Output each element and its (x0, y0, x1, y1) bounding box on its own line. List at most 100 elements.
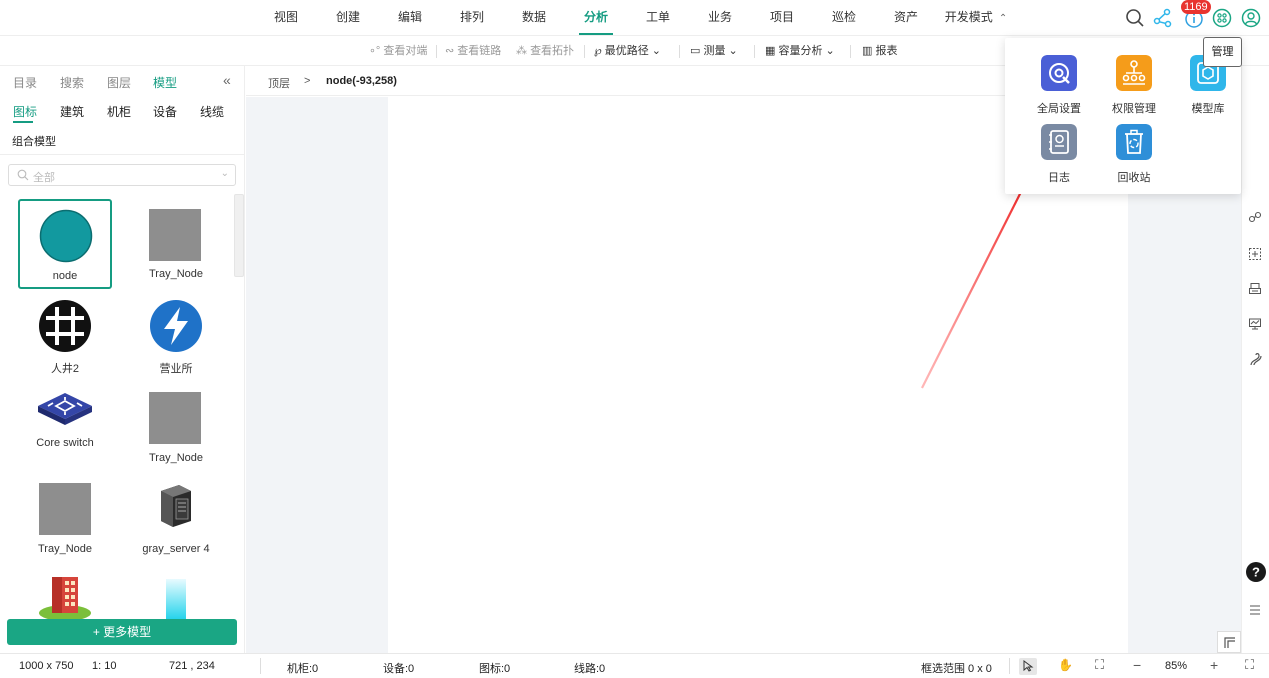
management-grid-icon[interactable] (1211, 7, 1233, 29)
left-panel: 目录 搜索 图层 模型 « 图标 建筑 机柜 设备 线缆 组合模型 全部 ⌄ n… (0, 66, 245, 653)
frame-select-icon[interactable] (1248, 247, 1262, 261)
collapse-panel-icon[interactable]: « (223, 72, 231, 88)
menu-assets[interactable]: 资产 (875, 0, 937, 36)
model-manhole[interactable]: 人井2 (18, 291, 112, 381)
canvas-size: 1000 x 750 (19, 660, 74, 672)
dev-mode-label: 开发模式 (944, 10, 993, 24)
chevron-down-icon: ⌄ (825, 45, 835, 57)
model-business-office[interactable]: 营业所 (129, 291, 223, 381)
select-mode-button[interactable] (1019, 658, 1037, 675)
model-node[interactable]: node (18, 199, 112, 289)
share-network-icon[interactable] (1152, 7, 1174, 29)
model-tray-node[interactable]: Tray_Node (129, 199, 223, 289)
logbook-icon (1041, 124, 1077, 160)
zoom-in-icon[interactable]: + (1210, 657, 1218, 673)
minimap-toggle[interactable] (1217, 631, 1241, 653)
category-cables[interactable]: 线缆 (200, 103, 224, 120)
user-avatar-icon[interactable] (1240, 7, 1262, 29)
menu-business[interactable]: 业务 (689, 0, 751, 36)
model-tray-node[interactable]: Tray_Node (18, 473, 112, 563)
model-core-switch[interactable]: Core switch (18, 382, 112, 472)
category-cabinets[interactable]: 机柜 (107, 103, 131, 120)
view-peer-button[interactable]: ∘° 查看对端 (369, 36, 427, 66)
core-switch-icon (38, 393, 92, 425)
more-models-button[interactable]: + 更多模型 (7, 619, 237, 645)
menu-data[interactable]: 数据 (503, 0, 565, 36)
menu-icon[interactable] (1248, 603, 1262, 617)
link-tool-icon[interactable] (1248, 210, 1262, 224)
model-building[interactable] (18, 565, 112, 619)
report-button[interactable]: ▥ 报表 (862, 36, 897, 66)
menu-project[interactable]: 项目 (751, 0, 813, 36)
report-icon: ▥ (862, 45, 873, 57)
monitor-icon[interactable] (1248, 317, 1262, 331)
capacity-icon: ▦ (765, 45, 776, 57)
menu-view[interactable]: 视图 (255, 0, 317, 36)
model-tray-node[interactable]: Tray_Node (129, 382, 223, 472)
scrollbar[interactable] (234, 194, 244, 277)
ruler-icon: ▭ (690, 45, 701, 57)
zoom-out-icon[interactable]: − (1133, 657, 1141, 673)
log-item[interactable]: 日志 (1024, 124, 1094, 185)
recycle-bin-icon (1116, 124, 1152, 160)
search-icon[interactable] (1124, 7, 1146, 29)
permissions-item[interactable]: 权限管理 (1099, 55, 1169, 116)
corner-icon (1224, 637, 1235, 648)
fit-view-icon[interactable]: ⛶ (1095, 657, 1104, 673)
cable-route-icon[interactable] (1248, 352, 1262, 366)
icon-count: 图标:0 (479, 663, 511, 675)
global-settings-item[interactable]: 全局设置 (1024, 55, 1094, 116)
view-topology-button[interactable]: ⁂ 查看拓扑 (516, 36, 574, 66)
model-label: 营业所 (159, 363, 193, 375)
toolbar-divider (679, 45, 680, 58)
svg-text:?: ? (1252, 565, 1260, 580)
category-icons[interactable]: 图标 (13, 103, 37, 120)
tab-models[interactable]: 模型 (153, 74, 177, 91)
chevron-down-icon: ⌄ (728, 45, 738, 57)
model-label: gray_server 4 (142, 543, 210, 555)
menu-edit[interactable]: 编辑 (379, 0, 441, 36)
light-beam-icon (166, 579, 186, 619)
chevron-down-icon: ⌄ (651, 45, 662, 57)
management-tooltip: 管理 (1203, 37, 1242, 67)
category-devices[interactable]: 设备 (153, 103, 177, 120)
zoom-level: 85% (1165, 660, 1188, 672)
capacity-analysis-dropdown[interactable]: ▦ 容量分析 ⌄ (765, 36, 835, 66)
menu-dev-mode[interactable]: 开发模式 ⌃ (937, 0, 1015, 36)
line-count: 线路:0 (574, 663, 606, 675)
model-light-beam[interactable] (129, 565, 223, 619)
permissions-label: 权限管理 (1112, 103, 1156, 115)
chevron-down-icon: ⌄ (220, 168, 229, 179)
help-icon[interactable]: ? (1245, 561, 1267, 583)
menu-analysis[interactable]: 分析 (565, 0, 627, 36)
fullscreen-icon[interactable]: ⛶ (1245, 657, 1254, 673)
pointer-icon (1023, 660, 1034, 672)
category-buildings[interactable]: 建筑 (60, 103, 84, 120)
link-icon: ∾ (445, 45, 455, 57)
measure-dropdown[interactable]: ▭ 测量 ⌄ (690, 36, 738, 66)
model-gray-server[interactable]: gray_server 4 (129, 473, 223, 563)
topology-icon: ⁂ (516, 45, 527, 57)
breadcrumb-root[interactable]: 顶层 (268, 75, 290, 91)
recycle-bin-item[interactable]: 回收站 (1099, 124, 1169, 185)
global-settings-label: 全局设置 (1037, 103, 1081, 115)
main-menu: 视图 创建 编辑 排列 数据 分析 工单 业务 项目 巡检 资产 开发模式 ⌃ (255, 0, 1015, 36)
tab-layers[interactable]: 图层 (107, 74, 131, 91)
toolbar-divider (850, 45, 851, 58)
menu-arrange[interactable]: 排列 (441, 0, 503, 36)
model-search-select[interactable]: 全部 ⌄ (8, 164, 236, 186)
view-link-button[interactable]: ∾ 查看链路 (445, 36, 501, 66)
model-label: Tray_Node (148, 452, 203, 464)
gear-settings-icon (1041, 55, 1077, 91)
print-icon[interactable] (1248, 282, 1262, 296)
path-icon: ℘ (594, 45, 602, 57)
scale-ratio: 1: 10 (92, 660, 117, 672)
menu-work-order[interactable]: 工单 (627, 0, 689, 36)
pan-hand-icon[interactable]: ✋ (1058, 658, 1073, 672)
model-label: Tray_Node (37, 543, 92, 555)
tab-catalog[interactable]: 目录 (13, 74, 37, 91)
menu-inspection[interactable]: 巡检 (813, 0, 875, 36)
tab-search[interactable]: 搜索 (60, 74, 84, 91)
menu-create[interactable]: 创建 (317, 0, 379, 36)
best-path-dropdown[interactable]: ℘ 最优路径 ⌄ (594, 36, 661, 66)
